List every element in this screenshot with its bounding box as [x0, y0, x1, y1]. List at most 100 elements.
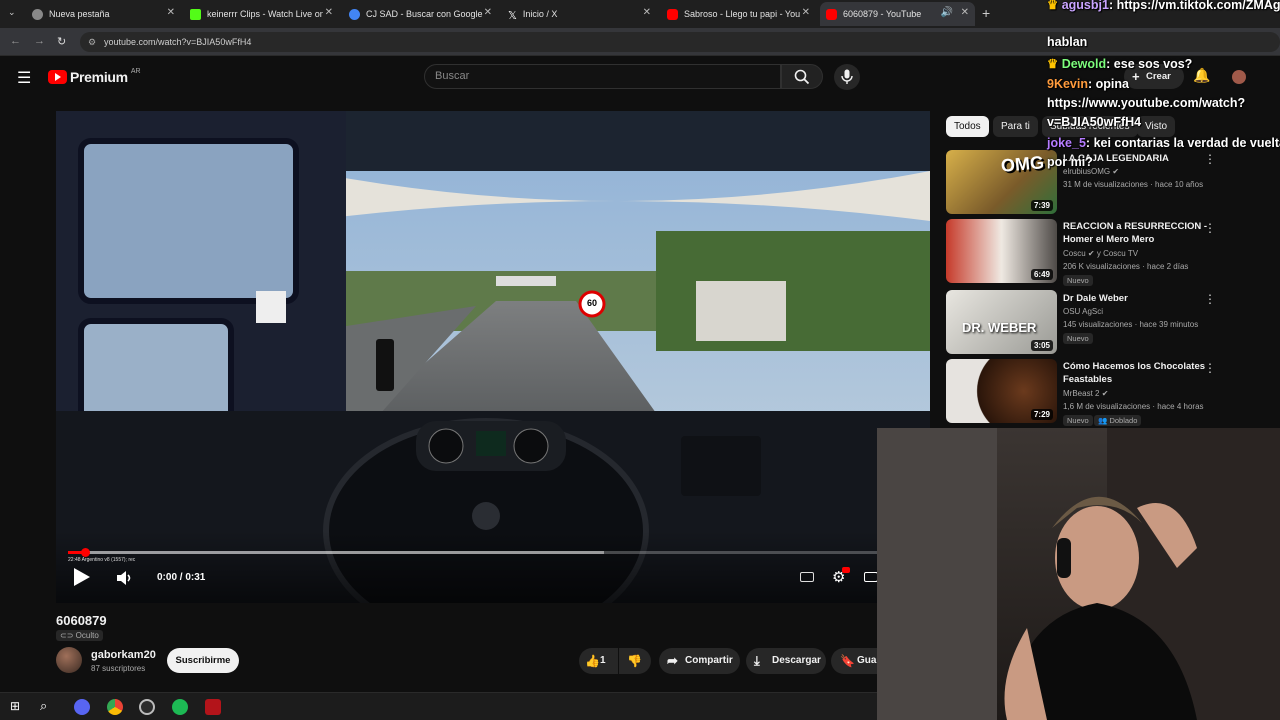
more-options-icon[interactable]: ⋮	[1204, 361, 1216, 375]
channel-name: Coscu	[1063, 249, 1086, 258]
windows-start-icon[interactable]: ⊞	[10, 699, 20, 713]
chat-message: por mi?	[1047, 155, 1093, 169]
chat-text: v=BJIA50wFfH4	[1047, 115, 1142, 129]
progress-bar[interactable]	[68, 548, 918, 557]
chat-message: hablan	[1047, 35, 1087, 49]
verified-check-icon: ✔	[1101, 389, 1109, 398]
thumbs-up-icon: 👍	[585, 654, 600, 668]
progress-scrubber[interactable]	[81, 548, 90, 557]
recommendation-channel[interactable]: MrBeast 2 ✔	[1063, 389, 1108, 398]
kick-icon	[190, 8, 201, 20]
search-button[interactable]	[781, 64, 823, 89]
audio-playing-icon[interactable]: 🔊	[941, 7, 953, 18]
more-options-icon[interactable]: ⋮	[1204, 292, 1216, 306]
back-arrow-icon[interactable]: ←	[10, 35, 21, 47]
webcam-overlay	[877, 428, 1280, 720]
new-badge: Nuevo	[1063, 333, 1093, 344]
tab-youtube-active[interactable]: 6060879 - YouTube 🔊 ✕	[820, 2, 975, 26]
download-label: Descargar	[772, 655, 821, 666]
chat-text: hablan	[1047, 35, 1088, 49]
reload-icon[interactable]: ↻	[57, 35, 66, 48]
close-tab-icon[interactable]: ✕	[484, 7, 492, 18]
recommendation-item[interactable]: 6:49 REACCION a RESURRECCION - Homer el …	[946, 219, 1266, 286]
voice-search-button[interactable]	[834, 64, 860, 90]
volume-icon[interactable]	[116, 570, 134, 586]
youtube-logo[interactable]: Premium AR	[48, 67, 141, 85]
video-thumbnail[interactable]: OMG 7:39	[946, 150, 1057, 214]
subscriber-count: 87 suscriptores	[91, 664, 146, 673]
more-options-icon[interactable]: ⋮	[1204, 152, 1216, 166]
chat-text: ese sos vos?	[1113, 57, 1193, 71]
tab-list-chevron-icon[interactable]: ⌄	[8, 7, 16, 18]
video-duration: 3:05	[1030, 340, 1053, 351]
channel-name[interactable]: gaborkam20	[91, 649, 156, 661]
site-info-icon[interactable]: ⚙	[88, 32, 96, 52]
new-tab-plus-icon[interactable]: +	[982, 5, 990, 21]
recommendation-item[interactable]: OMG 7:39 LA CAJA LEGENDARIA elrubiusOMG …	[946, 150, 1266, 214]
account-avatar[interactable]	[1232, 70, 1246, 84]
people-icon: 👥	[1098, 416, 1108, 425]
chat-message: joke_5: kei contarias la verdad de vuelt…	[1047, 136, 1280, 150]
tab-x[interactable]: 𝕏 Inicio / X ✕	[502, 2, 657, 26]
search-input[interactable]: Buscar	[424, 64, 781, 89]
hamburger-menu-icon[interactable]: ☰	[17, 68, 31, 88]
play-button[interactable]	[74, 568, 90, 586]
video-player[interactable]: 60 22:48 Argentino v8 (1557); rec 0:00 /…	[56, 111, 930, 603]
chip-para-ti[interactable]: Para ti	[993, 116, 1038, 137]
youtube-icon	[667, 8, 678, 20]
video-app-icon[interactable]	[205, 699, 221, 715]
chat-message: 9Kevin: opina	[1047, 77, 1129, 91]
obs-icon[interactable]	[139, 699, 155, 715]
video-thumbnail[interactable]: 6:49	[946, 219, 1057, 283]
notifications-bell-icon[interactable]: 🔔	[1193, 67, 1210, 84]
dislike-button[interactable]: 👎	[619, 648, 651, 674]
video-thumbnail[interactable]: 7:29	[946, 359, 1057, 423]
recommendation-meta: 206 K visualizaciones · hace 2 días	[1063, 262, 1189, 271]
tab-kick[interactable]: keinerrr Clips - Watch Live on K ✕	[184, 2, 339, 26]
stream-overlay-text: 22:48 Argentino v8 (1557); rec	[68, 557, 136, 563]
tab-new-tab[interactable]: Nueva pestaña ✕	[26, 2, 181, 26]
close-tab-icon[interactable]: ✕	[167, 7, 175, 18]
verified-check-icon: ✔	[1112, 167, 1120, 176]
tab-title: Nueva pestaña	[49, 9, 110, 19]
subtitles-icon[interactable]	[800, 572, 814, 582]
channel-avatar[interactable]	[56, 647, 82, 673]
spotify-icon[interactable]	[172, 699, 188, 715]
chip-todos[interactable]: Todos	[946, 116, 989, 137]
address-bar[interactable]: ⚙ youtube.com/watch?v=BJIA50wFfH4	[80, 32, 1280, 52]
share-button[interactable]: ➦ Compartir	[659, 648, 740, 674]
recommendation-meta: 1,6 M de visualizaciones · hace 4 horas	[1063, 402, 1204, 411]
recommendation-item[interactable]: 7:29 Cómo Hacemos los Chocolates Feastab…	[946, 359, 1266, 426]
region-code: AR	[130, 67, 141, 75]
close-tab-icon[interactable]: ✕	[643, 7, 651, 18]
visibility-text: Oculto	[75, 631, 99, 640]
share-arrow-icon: ➦	[667, 653, 678, 668]
discord-icon[interactable]	[74, 699, 90, 715]
tab-youtube-sabroso[interactable]: Sabroso - Llego tu papi - YouTu ✕	[661, 2, 816, 26]
thumbs-down-icon: 👎	[627, 654, 642, 668]
close-tab-icon[interactable]: ✕	[325, 7, 333, 18]
download-button[interactable]: ⤓ Descargar	[746, 648, 826, 674]
miniplayer-icon[interactable]	[864, 572, 878, 582]
like-button[interactable]: 👍 1	[579, 648, 618, 674]
crown-icon: ♛	[1047, 0, 1059, 12]
subscribe-button[interactable]: Suscribirme	[167, 648, 239, 673]
windows-taskbar: ⊞ ⌕	[0, 692, 877, 720]
more-options-icon[interactable]: ⋮	[1204, 221, 1216, 235]
forward-arrow-icon[interactable]: →	[34, 35, 45, 47]
tab-google[interactable]: CJ SAD - Buscar con Google ✕	[343, 2, 498, 26]
video-thumbnail[interactable]: DR. WEBER 3:05	[946, 290, 1057, 354]
save-button[interactable]: 🔖 Guar	[831, 648, 880, 674]
recommendation-item[interactable]: DR. WEBER 3:05 Dr Dale Weber OSU AgSci 1…	[946, 290, 1266, 354]
chrome-icon	[32, 8, 43, 20]
google-icon	[349, 8, 360, 20]
search-icon[interactable]: ⌕	[40, 698, 47, 714]
close-tab-icon[interactable]: ✕	[802, 7, 810, 18]
chip-visto[interactable]: Visto	[1137, 116, 1176, 137]
chrome-icon[interactable]	[107, 699, 123, 715]
close-tab-icon[interactable]: ✕	[961, 7, 969, 18]
recommendation-channel[interactable]: OSU AgSci	[1063, 307, 1103, 316]
time-display: 0:00 / 0:31	[157, 572, 206, 583]
chat-text: por mi?	[1047, 155, 1093, 169]
recommendation-channel[interactable]: Coscu ✔ y Coscu TV	[1063, 249, 1138, 258]
